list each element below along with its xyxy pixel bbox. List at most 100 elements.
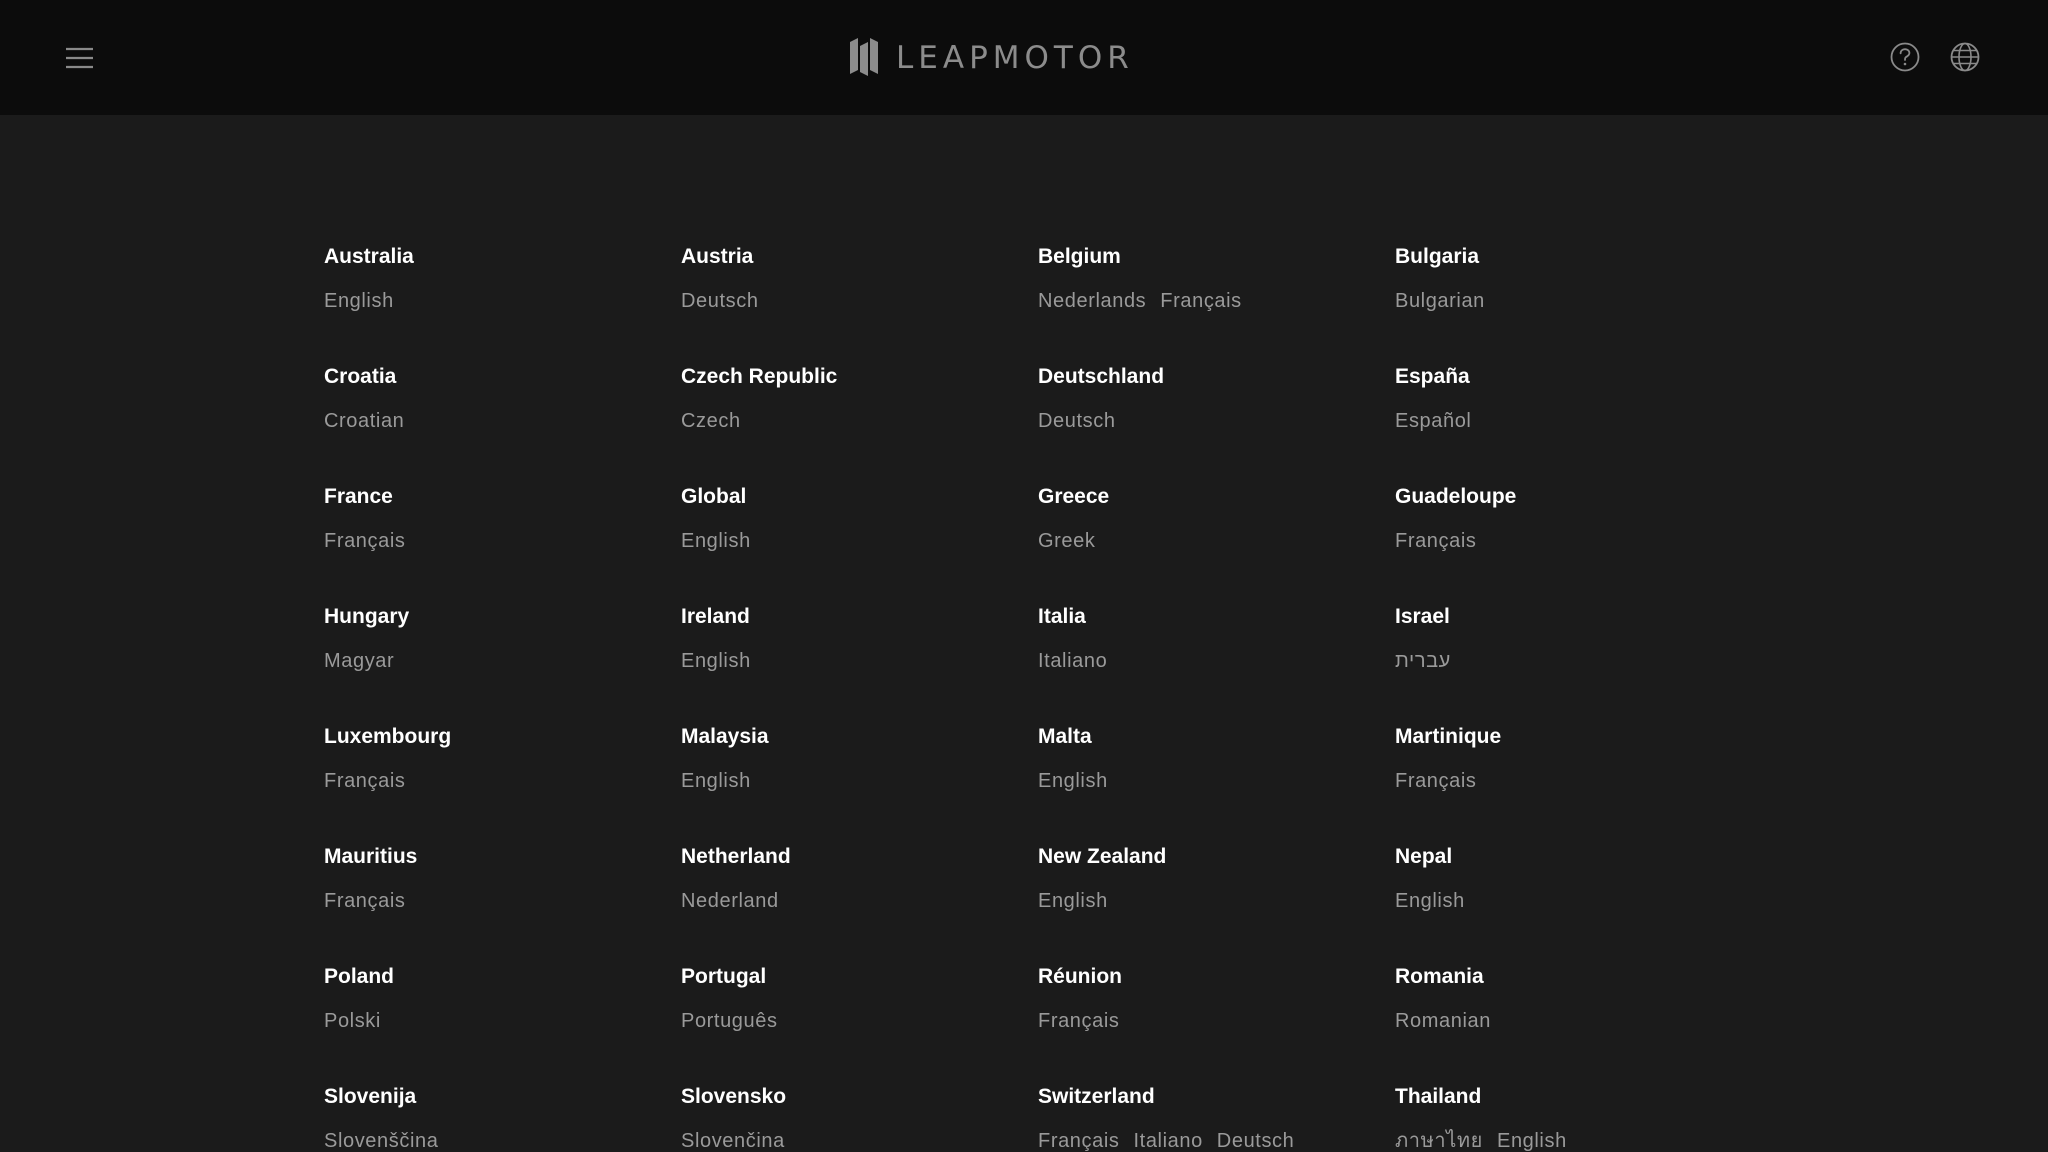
country-name: Bulgaria: [1395, 245, 1480, 268]
leapmotor-logo[interactable]: LEAPMOTOR: [846, 36, 1180, 78]
country-name: Ireland: [681, 605, 750, 628]
language-link[interactable]: Italiano: [1134, 1130, 1203, 1152]
language-link[interactable]: Bulgarian: [1395, 290, 1485, 312]
country-name: Slovenija: [324, 1085, 417, 1108]
language-list: English: [681, 647, 751, 675]
country-name: Australia: [324, 245, 414, 268]
leapmotor-emblem-icon: [850, 38, 878, 76]
language-list: Deutsch: [681, 287, 759, 315]
country-name: Deutschland: [1038, 365, 1165, 388]
language-list: Français: [324, 527, 406, 555]
language-list: English: [1038, 767, 1108, 795]
language-link[interactable]: Español: [1395, 410, 1471, 432]
country-name: Nepal: [1395, 845, 1453, 868]
country-name: Hungary: [324, 605, 410, 628]
country-item: Réunion Français: [1038, 963, 1395, 1063]
language-link[interactable]: Polski: [324, 1010, 381, 1032]
language-link[interactable]: Português: [681, 1010, 778, 1032]
language-link[interactable]: Deutsch: [681, 290, 759, 312]
language-list: Português: [681, 1007, 778, 1035]
country-item: Hungary Magyar: [324, 603, 681, 703]
language-link[interactable]: Français: [1395, 770, 1477, 792]
language-list: Magyar: [324, 647, 394, 675]
country-name: Réunion: [1038, 965, 1122, 988]
language-list: Français: [324, 887, 406, 915]
language-link[interactable]: English: [681, 770, 751, 792]
question-circle-icon[interactable]: [1888, 40, 1922, 74]
language-link[interactable]: Romanian: [1395, 1010, 1491, 1032]
language-link[interactable]: Italiano: [1038, 650, 1107, 672]
language-link[interactable]: Czech: [681, 410, 741, 432]
globe-icon[interactable]: [1948, 40, 1982, 74]
language-link[interactable]: עברית: [1395, 650, 1451, 672]
language-link[interactable]: English: [681, 650, 751, 672]
language-link[interactable]: Français: [1038, 1010, 1120, 1032]
language-list: English: [681, 767, 751, 795]
language-link[interactable]: Magyar: [324, 650, 394, 672]
language-link[interactable]: Greek: [1038, 530, 1095, 552]
country-name: Guadeloupe: [1395, 485, 1517, 508]
language-link[interactable]: Slovenščina: [324, 1130, 438, 1152]
country-name: Greece: [1038, 485, 1110, 508]
language-link[interactable]: ภาษาไทย: [1395, 1130, 1483, 1152]
language-link[interactable]: Français: [1038, 1130, 1120, 1152]
language-link[interactable]: Deutsch: [1217, 1130, 1295, 1152]
language-link[interactable]: English: [1038, 890, 1108, 912]
country-item: España Español: [1395, 363, 1752, 463]
language-link[interactable]: Français: [1160, 290, 1242, 312]
country-name: New Zealand: [1038, 845, 1167, 868]
country-name: Belgium: [1038, 245, 1121, 268]
country-item: Guadeloupe Français: [1395, 483, 1752, 583]
country-item: Greece Greek: [1038, 483, 1395, 583]
language-link[interactable]: Deutsch: [1038, 410, 1116, 432]
language-list: Italiano: [1038, 647, 1107, 675]
country-name: Czech Republic: [681, 365, 838, 388]
language-link[interactable]: Croatian: [324, 410, 404, 432]
language-link[interactable]: Français: [324, 530, 406, 552]
country-item: Czech Republic Czech: [681, 363, 1038, 463]
language-list: Nederland: [681, 887, 779, 915]
country-item: Israel עברית: [1395, 603, 1752, 703]
language-list: ภาษาไทย English: [1395, 1127, 1567, 1152]
language-list: Español: [1395, 407, 1471, 435]
language-list: Nederlands Français: [1038, 287, 1242, 315]
language-list: Greek: [1038, 527, 1095, 555]
country-item: Switzerland Français Italiano Deutsch: [1038, 1083, 1395, 1152]
country-item: Mauritius Français: [324, 843, 681, 943]
language-list: Français Italiano Deutsch: [1038, 1127, 1294, 1152]
language-list: עברית: [1395, 647, 1451, 675]
country-item: Croatia Croatian: [324, 363, 681, 463]
country-item: New Zealand English: [1038, 843, 1395, 943]
country-item: Ireland English: [681, 603, 1038, 703]
language-list: Slovenščina: [324, 1127, 438, 1152]
language-link[interactable]: Nederlands: [1038, 290, 1146, 312]
language-link[interactable]: Français: [1395, 530, 1477, 552]
country-name: Slovensko: [681, 1085, 787, 1108]
language-link[interactable]: English: [1497, 1130, 1567, 1152]
language-link[interactable]: English: [1395, 890, 1465, 912]
country-item: Belgium Nederlands Français: [1038, 243, 1395, 343]
language-list: English: [1038, 887, 1108, 915]
language-list: Slovenčina: [681, 1127, 785, 1152]
language-list: Czech: [681, 407, 741, 435]
language-link[interactable]: Français: [324, 890, 406, 912]
language-link[interactable]: Nederland: [681, 890, 779, 912]
country-item: Luxembourg Français: [324, 723, 681, 823]
country-name: Portugal: [681, 965, 767, 988]
language-list: Deutsch: [1038, 407, 1116, 435]
country-item: Martinique Français: [1395, 723, 1752, 823]
language-link[interactable]: English: [1038, 770, 1108, 792]
language-list: Croatian: [324, 407, 404, 435]
language-link[interactable]: English: [681, 530, 751, 552]
language-link[interactable]: English: [324, 290, 394, 312]
language-list: English: [681, 527, 751, 555]
country-name: Austria: [681, 245, 754, 268]
country-name: Italia: [1038, 605, 1086, 628]
language-list: Français: [1038, 1007, 1120, 1035]
hamburger-menu-icon[interactable]: [62, 40, 100, 76]
country-name: Malaysia: [681, 725, 769, 748]
language-link[interactable]: Français: [324, 770, 406, 792]
language-link[interactable]: Slovenčina: [681, 1130, 785, 1152]
country-item: Romania Romanian: [1395, 963, 1752, 1063]
language-list: Français: [1395, 767, 1477, 795]
